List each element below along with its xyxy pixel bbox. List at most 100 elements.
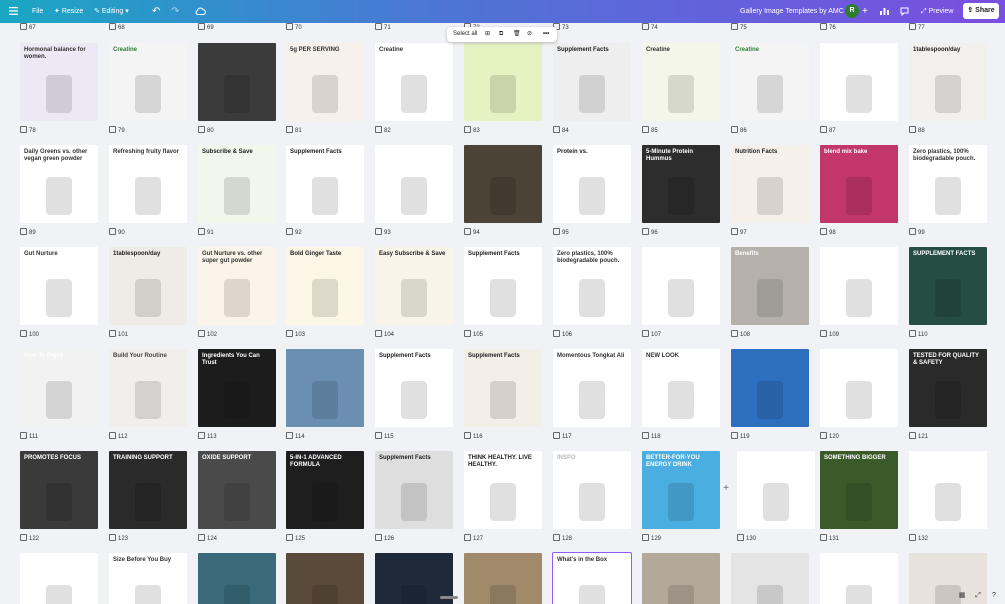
document-title[interactable]: Gallery Image Templates by AMC: [740, 0, 844, 23]
duplicate-icon[interactable]: ⧉: [499, 27, 503, 42]
add-page-icon[interactable]: ⊞: [485, 27, 490, 42]
page-thumbnail[interactable]: Zero plastics, 100% biodegradable pouch.: [909, 145, 987, 223]
page-thumbnail[interactable]: Supplement Facts: [464, 349, 542, 427]
page-checkbox[interactable]: [198, 23, 205, 30]
page-thumbnail[interactable]: Bold Ginger Taste: [286, 247, 364, 325]
page-checkbox[interactable]: [109, 432, 116, 439]
page-checkbox[interactable]: [464, 126, 471, 133]
grid-view-icon[interactable]: ▦: [957, 591, 967, 601]
page-thumbnail[interactable]: [286, 553, 364, 604]
more-options-icon[interactable]: •••: [543, 27, 549, 42]
page-checkbox[interactable]: [820, 534, 827, 541]
page-checkbox[interactable]: [909, 432, 916, 439]
file-menu[interactable]: File: [32, 0, 43, 23]
page-thumbnail[interactable]: Supplement Facts: [464, 247, 542, 325]
page-checkbox[interactable]: [198, 330, 205, 337]
page-thumbnail[interactable]: Supplement Facts: [286, 145, 364, 223]
page-thumbnail[interactable]: Creatine: [642, 43, 720, 121]
page-checkbox[interactable]: [286, 126, 293, 133]
page-checkbox[interactable]: [909, 330, 916, 337]
editing-mode-dropdown[interactable]: ✎ Editing ▾: [94, 0, 129, 23]
page-thumbnail[interactable]: Daily Greens vs. other vegan green powde…: [20, 145, 98, 223]
page-thumbnail[interactable]: Benefits: [731, 247, 809, 325]
page-thumbnail[interactable]: Refreshing fruity flavor: [109, 145, 187, 223]
page-thumbnail[interactable]: blend mix bake: [820, 145, 898, 223]
trash-icon[interactable]: 🗑: [513, 27, 521, 42]
page-thumbnail[interactable]: [198, 43, 276, 121]
page-thumbnail[interactable]: Ingredients You Can Trust: [198, 349, 276, 427]
page-thumbnail[interactable]: BETTER-FOR-YOU ENERGY DRINK: [642, 451, 720, 529]
redo-icon[interactable]: ↷: [171, 0, 179, 23]
add-collaborator-icon[interactable]: +: [862, 0, 868, 23]
page-thumbnail[interactable]: Build Your Routine: [109, 349, 187, 427]
page-thumbnail[interactable]: Hormonal balance for women.: [20, 43, 98, 121]
page-checkbox[interactable]: [642, 330, 649, 337]
page-checkbox[interactable]: [464, 330, 471, 337]
page-thumbnail[interactable]: Supplement Facts: [375, 451, 453, 529]
page-thumbnail[interactable]: [464, 145, 542, 223]
page-checkbox[interactable]: [198, 534, 205, 541]
select-all-button[interactable]: Select all: [453, 27, 477, 42]
page-thumbnail[interactable]: [286, 349, 364, 427]
page-thumbnail[interactable]: Creatine: [731, 43, 809, 121]
page-checkbox[interactable]: [909, 534, 916, 541]
page-thumbnail[interactable]: Key Ingredients: [820, 247, 898, 325]
page-checkbox[interactable]: [286, 432, 293, 439]
page-checkbox[interactable]: [553, 126, 560, 133]
page-thumbnail[interactable]: [642, 553, 720, 604]
page-thumbnail[interactable]: PRE-WORKOUT POWDERS: [737, 451, 815, 529]
page-checkbox[interactable]: [820, 126, 827, 133]
page-checkbox[interactable]: [731, 126, 738, 133]
page-checkbox[interactable]: [731, 23, 738, 30]
page-checkbox[interactable]: [109, 23, 116, 30]
page-thumbnail[interactable]: Easy Subscribe & Save: [375, 247, 453, 325]
page-thumbnail[interactable]: Momentous Tongkat Ali: [553, 349, 631, 427]
page-thumbnail[interactable]: NEW LOOK: [642, 349, 720, 427]
page-checkbox[interactable]: [109, 228, 116, 235]
page-checkbox[interactable]: [286, 23, 293, 30]
page-checkbox[interactable]: [464, 534, 471, 541]
page-checkbox[interactable]: [464, 432, 471, 439]
page-checkbox[interactable]: [109, 126, 116, 133]
page-checkbox[interactable]: [553, 228, 560, 235]
comment-icon[interactable]: [900, 0, 909, 23]
page-thumbnail[interactable]: TESTED FOR QUALITY & SAFETY: [909, 349, 987, 427]
page-thumbnail[interactable]: SOMETHING BIGGER: [820, 451, 898, 529]
page-thumbnail[interactable]: Gut Nurture: [20, 247, 98, 325]
page-thumbnail[interactable]: Supplement Facts: [553, 43, 631, 121]
page-checkbox[interactable]: [642, 126, 649, 133]
share-button[interactable]: ⇪ Share: [963, 3, 999, 19]
hide-icon[interactable]: ⊘: [527, 27, 532, 42]
page-checkbox[interactable]: [20, 534, 27, 541]
page-thumbnail[interactable]: Subscribe & Save: [198, 145, 276, 223]
page-checkbox[interactable]: [820, 23, 827, 30]
page-checkbox[interactable]: [198, 432, 205, 439]
page-checkbox[interactable]: [909, 23, 916, 30]
cloud-sync-icon[interactable]: [195, 0, 206, 23]
page-checkbox[interactable]: [20, 228, 27, 235]
undo-icon[interactable]: ↶: [152, 0, 160, 23]
page-checkbox[interactable]: [198, 228, 205, 235]
page-thumbnail[interactable]: [375, 145, 453, 223]
page-checkbox[interactable]: [553, 534, 560, 541]
page-checkbox[interactable]: [375, 126, 382, 133]
page-thumbnail[interactable]: 1tablespoon/day: [109, 247, 187, 325]
page-thumbnail[interactable]: 5g PER SERVING: [286, 43, 364, 121]
page-thumbnail[interactable]: [20, 553, 98, 604]
page-thumbnail[interactable]: Zero plastics, 100% biodegradable pouch.: [553, 247, 631, 325]
page-thumbnail[interactable]: OXIDE SUPPORT: [198, 451, 276, 529]
page-checkbox[interactable]: [20, 126, 27, 133]
page-checkbox[interactable]: [909, 126, 916, 133]
page-checkbox[interactable]: [375, 228, 382, 235]
page-thumbnail[interactable]: How To Enjoy: [20, 349, 98, 427]
page-checkbox[interactable]: [820, 432, 827, 439]
page-thumbnail[interactable]: [198, 553, 276, 604]
page-thumbnail[interactable]: Supplement Facts: [375, 349, 453, 427]
page-thumbnail[interactable]: 1tablespoon/day: [909, 43, 987, 121]
page-checkbox[interactable]: [731, 432, 738, 439]
page-checkbox[interactable]: [642, 228, 649, 235]
page-checkbox[interactable]: [109, 534, 116, 541]
scrollbar[interactable]: [440, 596, 458, 599]
page-checkbox[interactable]: [553, 330, 560, 337]
page-thumbnail[interactable]: Gut Nurture vs. other super gut powder: [198, 247, 276, 325]
